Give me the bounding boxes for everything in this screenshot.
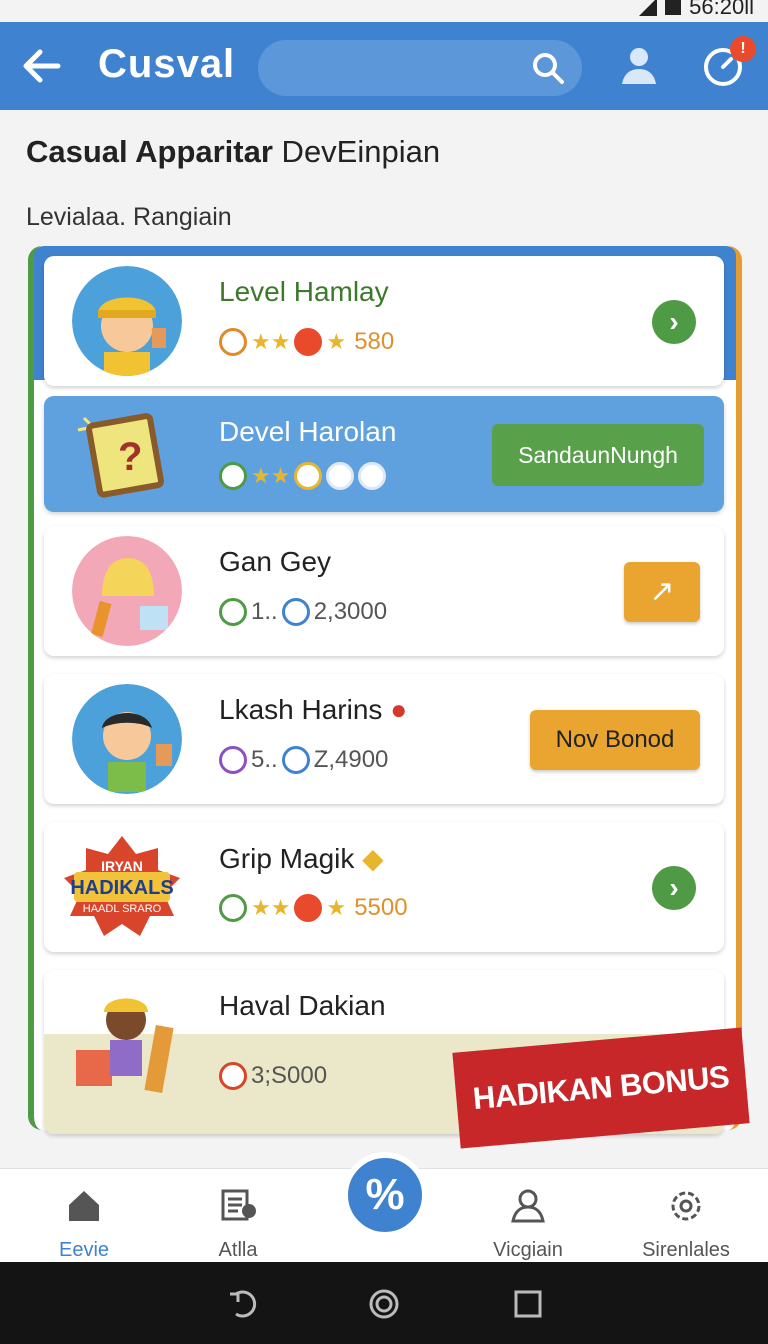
- coin-icon: [294, 894, 323, 922]
- center-action-button[interactable]: %: [342, 1152, 428, 1238]
- star-icon: ★★: [251, 895, 291, 920]
- item-stats: 1.. 2,3000: [219, 598, 387, 626]
- person-icon: [511, 1189, 545, 1223]
- list-item[interactable]: ? Devel Harolan ★★ SandaunNungh: [44, 396, 724, 512]
- basket-icon: [219, 894, 247, 922]
- svg-text:IRYAN: IRYAN: [101, 858, 143, 874]
- item-stats: 3;S000: [219, 1062, 327, 1090]
- item-name: Devel Harolan: [219, 416, 397, 447]
- item-name: Gan Gey: [219, 546, 332, 577]
- recents-icon[interactable]: [512, 1288, 544, 1320]
- nav-eevie[interactable]: Eevie: [34, 1181, 134, 1262]
- star-icon: ★: [326, 329, 347, 354]
- go-arrow-button[interactable]: ›: [652, 866, 696, 910]
- svg-text:?: ?: [118, 435, 142, 479]
- avatar-worker-icon: [72, 266, 182, 376]
- list-icon: [221, 1189, 256, 1221]
- hadikals-logo: IRYAN HADIKALS HAADL SRARO: [64, 836, 180, 936]
- nav-vicgiain[interactable]: Vicgiain: [478, 1181, 578, 1262]
- clock-icon: [219, 598, 247, 626]
- nov-bonod-button[interactable]: Nov Bonod: [530, 710, 700, 770]
- item-stats: ★★ ★ 580: [219, 328, 394, 356]
- item-name: Lkash Harins ●: [219, 694, 408, 725]
- back-arrow-icon[interactable]: [18, 42, 66, 90]
- recycle-icon: [219, 462, 247, 490]
- circle-icon: [358, 462, 387, 490]
- home-circle-icon[interactable]: [368, 1288, 400, 1320]
- item-name: Haval Dakian: [219, 990, 386, 1021]
- avatar-boy-icon: [72, 684, 182, 794]
- target-icon: [281, 746, 310, 774]
- mystery-box-icon: ?: [77, 413, 165, 498]
- item-name: Grip Magik ◆: [219, 843, 384, 874]
- user-icon[interactable]: [618, 44, 660, 86]
- item-stats: 5.. Z,4900: [219, 746, 388, 774]
- svg-text:HADIKALS: HADIKALS: [70, 877, 173, 899]
- app-title: Cusval: [98, 42, 236, 86]
- status-bar: 56:20ll: [0, 0, 768, 22]
- battery-icon: [665, 0, 682, 15]
- bag-icon: [219, 746, 247, 774]
- item-name: Level Hamlay: [219, 276, 389, 307]
- system-nav: [0, 1262, 768, 1344]
- app-bar: Cusval !: [0, 22, 768, 110]
- gem-icon: [281, 598, 310, 626]
- go-arrow-button[interactable]: ›: [652, 300, 696, 344]
- search-icon: [533, 53, 564, 84]
- basket-icon: [219, 328, 247, 356]
- list-item[interactable]: Level Hamlay ★★ ★ 580 ›: [44, 256, 724, 386]
- back-icon[interactable]: [226, 1288, 258, 1320]
- search-bar[interactable]: [258, 40, 582, 96]
- bell-toy-icon: [72, 536, 182, 646]
- circle-icon: [326, 462, 355, 490]
- trophy-icon: ◆: [362, 843, 384, 874]
- sandaun-button[interactable]: SandaunNungh: [492, 424, 704, 486]
- page-subtitle: Levialaa. Rangiain: [26, 203, 232, 231]
- svg-text:HAADL SRARO: HAADL SRARO: [83, 903, 162, 915]
- wifi-icon: [639, 0, 658, 16]
- share-button[interactable]: ↗: [624, 562, 700, 622]
- star-icon: ★★: [251, 463, 291, 488]
- gift-kid-icon: [76, 998, 174, 1094]
- circle-icon: [294, 462, 323, 490]
- nav-atlla[interactable]: Atlla: [188, 1181, 288, 1262]
- star-icon: ★: [326, 895, 347, 920]
- no-icon: [219, 1062, 247, 1090]
- star-icon: ★★: [251, 329, 291, 354]
- home-icon: [69, 1191, 99, 1221]
- notification-badge: !: [730, 36, 756, 62]
- coin-icon: [294, 328, 323, 356]
- list-item[interactable]: Gan Gey 1.. 2,3000 ↗: [44, 526, 724, 656]
- page-title: Casual Apparitar DevЕinpian: [26, 134, 441, 169]
- list-item[interactable]: IRYAN HADIKALS HAADL SRARO Grip Magik ◆ …: [44, 822, 724, 952]
- item-stats: ★★: [219, 462, 387, 490]
- item-stats: ★★ ★ 5500: [219, 894, 408, 922]
- gear-icon: [671, 1191, 701, 1221]
- nav-sirenlales[interactable]: Sirenlales: [636, 1181, 736, 1262]
- status-time: 56:20ll: [689, 0, 754, 19]
- list-item[interactable]: Lkash Harins ● 5.. Z,4900 Nov Bonod: [44, 674, 724, 804]
- apple-icon: ●: [390, 694, 408, 725]
